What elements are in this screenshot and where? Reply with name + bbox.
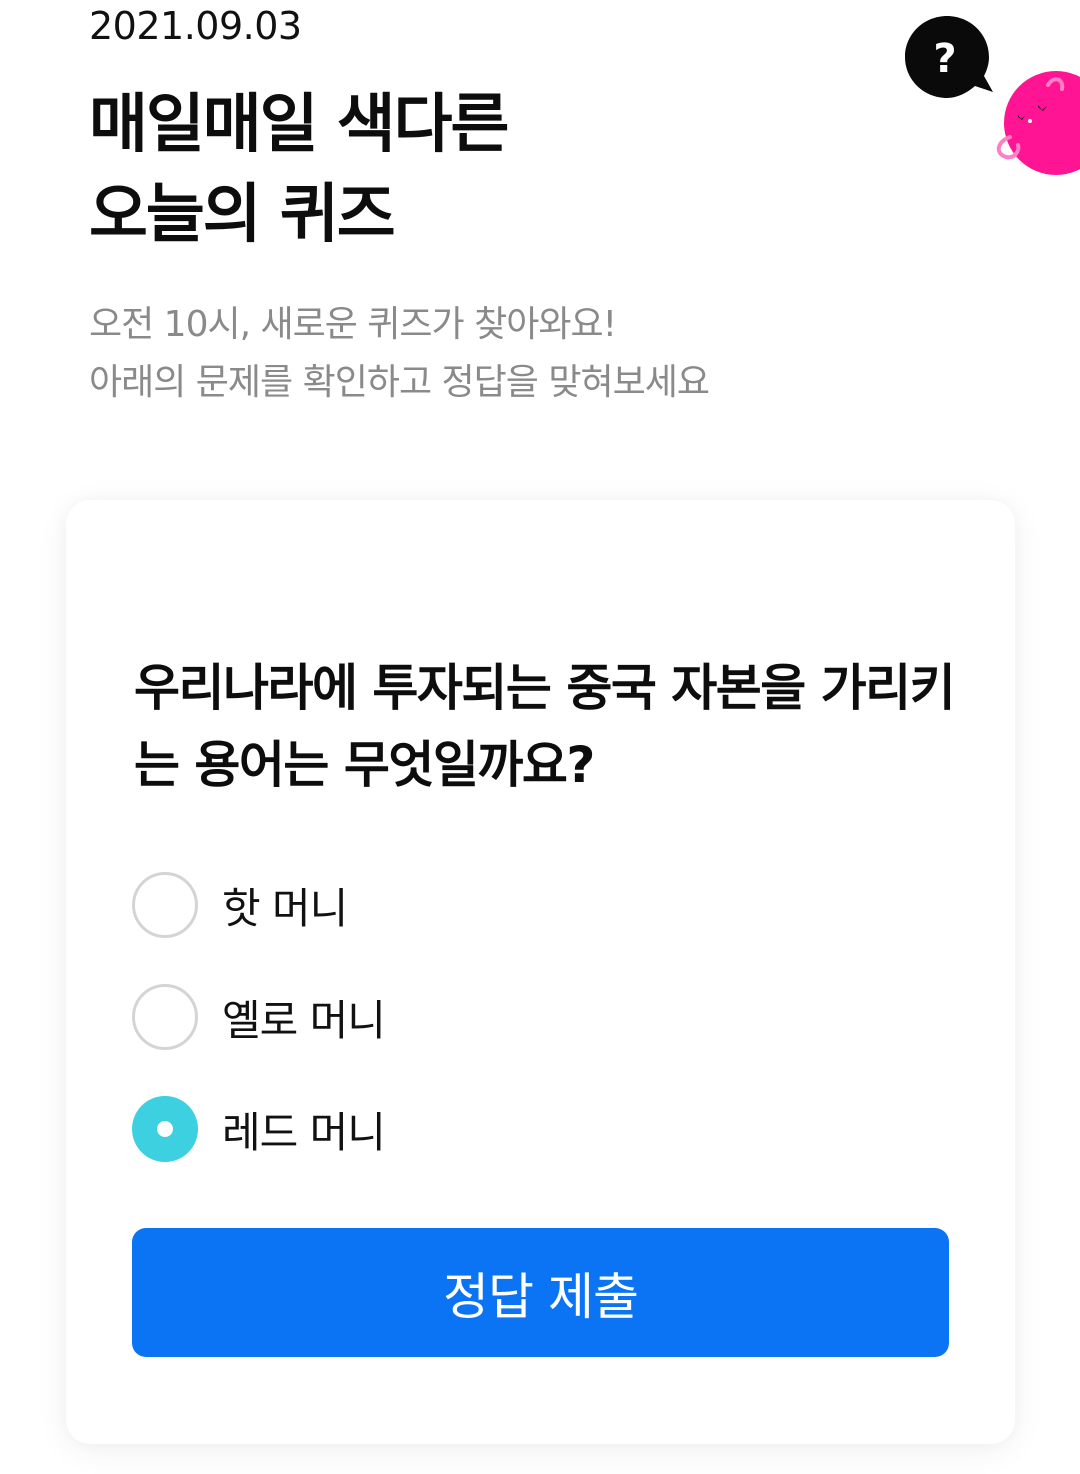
mascot-icon bbox=[990, 65, 1080, 185]
help-icon[interactable]: ? bbox=[905, 16, 993, 100]
subtitle-line-2: 아래의 문제를 확인하고 정답을 맞혀보세요 bbox=[89, 362, 710, 403]
radio-button[interactable] bbox=[132, 872, 198, 938]
option-label: 핫 머니 bbox=[222, 883, 348, 933]
page-title-line-2: 오늘의 퀴즈 bbox=[89, 178, 396, 252]
help-icon-glyph: ? bbox=[933, 36, 956, 82]
option-yellow-money[interactable]: 옐로 머니 bbox=[132, 984, 386, 1050]
radio-button-selected[interactable] bbox=[132, 1096, 198, 1162]
page-title-line-1: 매일매일 색다른 bbox=[89, 88, 509, 162]
quiz-question: 우리나라에 투자되는 중국 자본을 가리키는 용어는 무엇일까요? bbox=[134, 659, 956, 794]
quiz-card: 우리나라에 투자되는 중국 자본을 가리키는 용어는 무엇일까요? 핫 머니 옐… bbox=[66, 500, 1015, 1444]
option-red-money[interactable]: 레드 머니 bbox=[132, 1096, 386, 1162]
page-title: 매일매일 색다른 오늘의 퀴즈 bbox=[89, 80, 509, 260]
subtitle-line-1: 오전 10시, 새로운 퀴즈가 찾아와요! bbox=[89, 304, 617, 345]
radio-button[interactable] bbox=[132, 984, 198, 1050]
page-subtitle: 오전 10시, 새로운 퀴즈가 찾아와요! 아래의 문제를 확인하고 정답을 맞… bbox=[89, 296, 710, 412]
option-label: 옐로 머니 bbox=[222, 995, 386, 1045]
option-hot-money[interactable]: 핫 머니 bbox=[132, 872, 348, 938]
option-label: 레드 머니 bbox=[222, 1107, 386, 1157]
quiz-date: 2021.09.03 bbox=[89, 4, 302, 48]
submit-answer-button[interactable]: 정답 제출 bbox=[132, 1228, 949, 1357]
